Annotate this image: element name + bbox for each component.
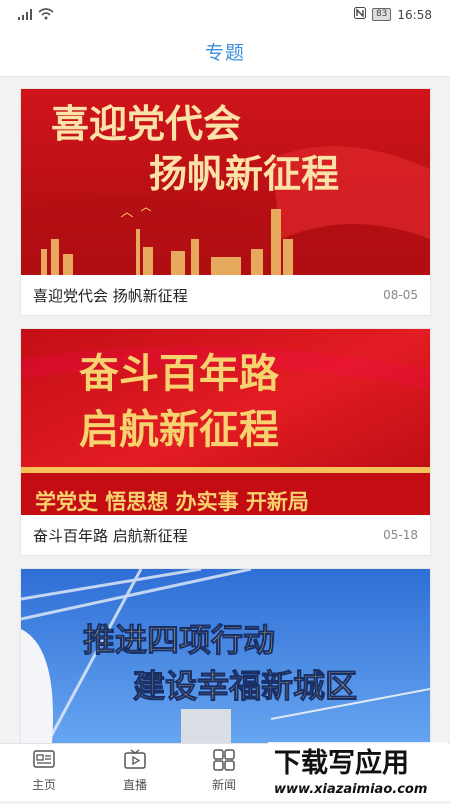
banner-headline: 建设幸福新城区 — [133, 667, 357, 705]
nav-home[interactable]: 主页 — [14, 748, 74, 793]
banner-headline: 扬帆新征程 — [149, 152, 339, 196]
nfc-icon — [353, 7, 366, 22]
nav-live[interactable]: 直播 — [105, 748, 165, 793]
topic-title[interactable]: 喜迎党代会 扬帆新征程 — [33, 285, 188, 306]
svg-text:www.xiazaimiao.com: www.xiazaimiao.com — [274, 782, 427, 797]
topic-banner-image: 推进四项行动 建设幸福新城区 — [21, 569, 430, 743]
page-header: 专题 — [0, 30, 450, 77]
topic-banner-image: 喜迎党代会 扬帆新征程 — [21, 89, 430, 275]
svg-text:下载写应用: 下载写应用 — [274, 747, 409, 779]
home-icon — [32, 748, 56, 772]
live-icon — [123, 748, 147, 772]
topic-banner-image: 奋斗百年路 启航新征程 学党史 悟思想 办实事 开新局 — [21, 329, 430, 515]
banner-slogan: 学党史 悟思想 办实事 开新局 — [35, 490, 309, 514]
nav-label: 主页 — [31, 778, 56, 792]
banner-headline: 启航新征程 — [79, 407, 279, 453]
topic-date: 08-05 — [383, 288, 418, 302]
clock: 16:58 — [397, 7, 432, 22]
topic-card[interactable]: 喜迎党代会 扬帆新征程 喜迎党代会 扬帆新征程 08-05 — [20, 88, 431, 316]
nav-label: 新闻 — [211, 778, 236, 792]
topic-title[interactable]: 奋斗百年路 启航新征程 — [33, 525, 188, 546]
topic-card[interactable]: 推进四项行动 建设幸福新城区 — [20, 568, 431, 743]
news-icon — [212, 748, 236, 772]
nav-label: 直播 — [122, 778, 147, 792]
topic-date: 05-18 — [383, 528, 418, 542]
banner-headline: 喜迎党代会 — [51, 102, 241, 146]
site-watermark: 下载写应用 www.xiazaimiao.com — [266, 740, 450, 800]
signal-icon — [18, 8, 32, 23]
nav-news[interactable]: 新闻 — [194, 748, 254, 793]
banner-headline: 推进四项行动 — [83, 621, 275, 659]
topic-list[interactable]: 喜迎党代会 扬帆新征程 喜迎党代会 扬帆新征程 08-05 奋斗百年路 启航新征… — [0, 77, 450, 743]
wifi-icon — [38, 8, 54, 23]
status-bar: 83 16:58 — [0, 0, 450, 30]
battery-level: 83 — [371, 8, 392, 21]
page-title: 专题 — [204, 42, 245, 64]
banner-headline: 奋斗百年路 — [79, 351, 280, 397]
topic-card[interactable]: 奋斗百年路 启航新征程 学党史 悟思想 办实事 开新局 奋斗百年路 启航新征程 … — [20, 328, 431, 556]
